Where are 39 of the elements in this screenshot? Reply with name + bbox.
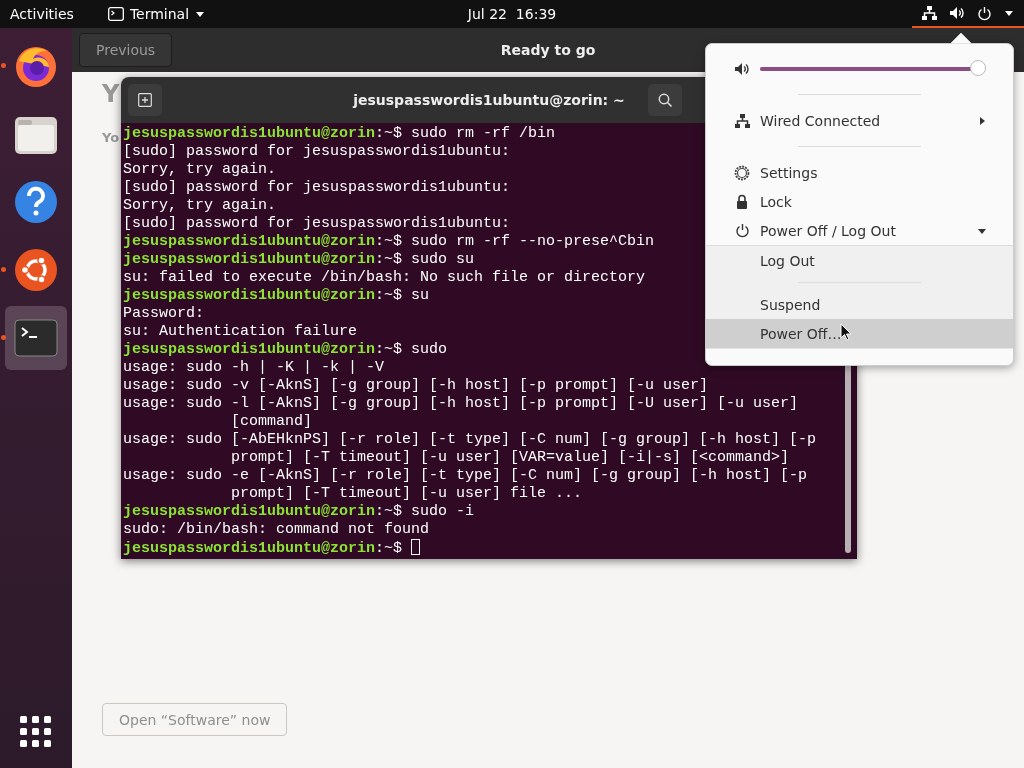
terminal-line: jesuspasswordis1ubuntu@zorin:~$ sudo [123, 341, 448, 359]
clock[interactable]: Jul 22 16:39 [467, 6, 557, 22]
page-text: Yo [102, 130, 120, 145]
menu-item[interactable]: Lock [706, 187, 1013, 216]
page-heading: Y [102, 80, 120, 108]
menu-item[interactable]: Power Off / Log Out [706, 216, 1013, 245]
terminal-line: [command] [230, 413, 313, 431]
terminal-line: prompt] [-T timeout] [-u user] [VAR=value] [-i|-s] [<command>] [230, 449, 790, 467]
terminal-title: jesuspasswordis1ubuntu@zorin: ~ [353, 92, 625, 108]
terminal-line: usage: sudo -e [-AknS] [-r role] [-t type] [-C num] [-g group] [-h host] [-p [123, 467, 808, 485]
terminal-line: usage: sudo [-AbEHknPS] [-r role] [-t type] [-C num] [-g group] [-h host] [-p [123, 431, 817, 449]
window-title: Ready to go [500, 42, 596, 58]
terminal-line: [sudo] password for jesuspasswordis1ubuntu: [123, 215, 511, 233]
previous-button[interactable]: Previous [79, 33, 173, 67]
terminal-line: jesuspasswordis1ubuntu@zorin:~$ su [123, 287, 430, 305]
menu-item[interactable]: Settings [706, 158, 1013, 187]
terminal-line: usage: sudo -l [-AknS] [-g group] [-h host] [-p prompt] [-U user] [-u user] [123, 395, 799, 413]
terminal-line: jesuspasswordis1ubuntu@zorin:~$ sudo rm -rf /bin [123, 125, 556, 143]
terminal-line: jesuspasswordis1ubuntu@zorin:~$ sudo rm -rf --no-prese^Cbin [123, 233, 655, 251]
menu-item[interactable]: Log Out [706, 246, 1013, 275]
terminal-line: su: Authentication failure [123, 323, 358, 341]
terminal-line: Sorry, try again. [123, 161, 277, 179]
terminal-line: usage: sudo -v [-AknS] [-g group] [-h host] [-p prompt] [-u user] [123, 377, 709, 395]
terminal-line: Sorry, try again. [123, 197, 277, 215]
terminal-line: sudo: /bin/bash: command not found [123, 521, 430, 539]
activities-button[interactable]: Activities [0, 0, 84, 28]
menu-item[interactable]: Power Off… [706, 319, 1013, 348]
terminal-line: prompt] [-T timeout] [-u user] file ... [230, 485, 583, 503]
menu-item[interactable]: Suspend [706, 290, 1013, 319]
terminal-line: [sudo] password for jesuspasswordis1ubuntu: [123, 143, 511, 161]
terminal-line: usage: sudo -h | -K | -k | -V [123, 359, 385, 377]
terminal-line: [sudo] password for jesuspasswordis1ubuntu: [123, 179, 511, 197]
menu-item[interactable]: Wired Connected [706, 106, 1013, 135]
terminal-line: jesuspasswordis1ubuntu@zorin:~$ sudo su [123, 251, 475, 269]
terminal-line: jesuspasswordis1ubuntu@zorin:~$ [123, 539, 421, 557]
terminal-line: Password: [123, 305, 204, 323]
app-menu[interactable]: Terminal [97, 0, 216, 28]
terminal-line: jesuspasswordis1ubuntu@zorin:~$ sudo -i [123, 503, 475, 521]
terminal-line: su: failed to execute /bin/bash: No such file or directory [123, 269, 646, 287]
